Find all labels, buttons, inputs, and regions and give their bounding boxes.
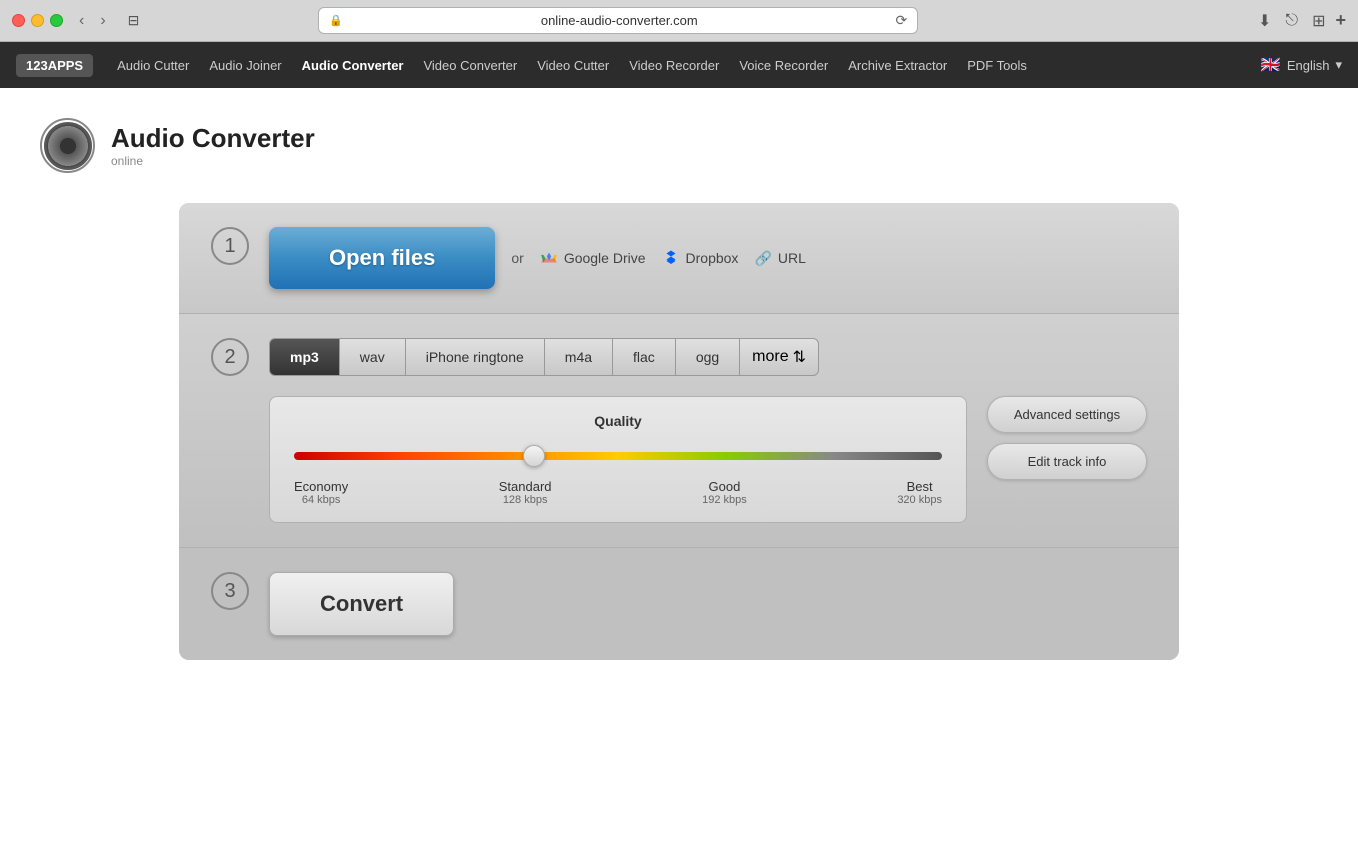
app-title-group: Audio Converter online bbox=[111, 123, 315, 168]
quality-mark-best: Best 320 kbps bbox=[897, 479, 942, 506]
nav-voice-recorder[interactable]: Voice Recorder bbox=[739, 58, 828, 73]
convert-row: Convert bbox=[269, 572, 1147, 636]
or-text: or bbox=[511, 250, 523, 266]
url-label: URL bbox=[778, 250, 806, 266]
step2-header: 2 mp3 wav iPhone ringtone m4a flac ogg m… bbox=[211, 338, 1147, 523]
link-icon: 🔗 bbox=[754, 250, 771, 267]
step2-number: 2 bbox=[211, 338, 249, 376]
nav-audio-converter[interactable]: Audio Converter bbox=[302, 58, 404, 73]
google-drive-icon bbox=[540, 249, 558, 267]
nav-buttons: ‹ › bbox=[73, 10, 112, 32]
step3-number: 3 bbox=[211, 572, 249, 610]
more-arrow-icon: ⇅ bbox=[793, 347, 806, 367]
traffic-lights bbox=[12, 14, 63, 27]
new-tab-button[interactable]: + bbox=[1335, 10, 1346, 31]
step3-header: 3 Convert bbox=[211, 572, 1147, 636]
nav-links: Audio Cutter Audio Joiner Audio Converte… bbox=[117, 58, 1237, 73]
step3-content: Convert bbox=[269, 572, 1147, 636]
nav-video-converter[interactable]: Video Converter bbox=[423, 58, 517, 73]
browser-actions: ⬇ ⎋ ⊞ + bbox=[1254, 9, 1346, 33]
language-label: English bbox=[1287, 58, 1330, 73]
browser-chrome: ‹ › ⊟ 🔒 online-audio-converter.com ⟳ ⬇ ⎋… bbox=[0, 0, 1358, 42]
quality-mark-standard: Standard 128 kbps bbox=[499, 479, 552, 506]
step2-content: mp3 wav iPhone ringtone m4a flac ogg mor… bbox=[269, 338, 1147, 523]
tab-m4a[interactable]: m4a bbox=[544, 338, 612, 376]
step1-content: Open files or Google Drive bbox=[269, 227, 1147, 289]
google-drive-link[interactable]: Google Drive bbox=[540, 249, 646, 267]
edit-track-info-button[interactable]: Edit track info bbox=[987, 443, 1147, 480]
app-header: Audio Converter online bbox=[40, 118, 1318, 173]
navbar: 123APPS Audio Cutter Audio Joiner Audio … bbox=[0, 42, 1358, 88]
tab-wav[interactable]: wav bbox=[339, 338, 405, 376]
page-content: Audio Converter online 1 Open files or bbox=[0, 88, 1358, 858]
open-files-row: Open files or Google Drive bbox=[269, 227, 1147, 289]
quality-slider-track bbox=[294, 452, 942, 460]
nav-video-recorder[interactable]: Video Recorder bbox=[629, 58, 719, 73]
dropbox-label: Dropbox bbox=[686, 250, 739, 266]
step3-section: 3 Convert bbox=[179, 548, 1179, 660]
format-tabs: mp3 wav iPhone ringtone m4a flac ogg mor… bbox=[269, 338, 1147, 376]
more-label: more bbox=[752, 348, 788, 366]
step1-header: 1 Open files or bbox=[211, 227, 1147, 289]
tab-more[interactable]: more ⇅ bbox=[739, 338, 819, 376]
tab-iphone-ringtone[interactable]: iPhone ringtone bbox=[405, 338, 544, 376]
quality-label: Quality bbox=[294, 413, 942, 429]
app-subtitle: online bbox=[111, 154, 315, 168]
chevron-down-icon: ▾ bbox=[1335, 57, 1342, 73]
app-title: Audio Converter bbox=[111, 123, 315, 154]
vinyl-icon bbox=[44, 122, 92, 170]
quality-mark-economy: Economy 64 kbps bbox=[294, 479, 348, 506]
app-logo bbox=[40, 118, 95, 173]
converter-area: 1 Open files or bbox=[179, 203, 1179, 660]
share-button[interactable]: ⎋ bbox=[1281, 10, 1302, 32]
minimize-button[interactable] bbox=[31, 14, 44, 27]
reload-button[interactable]: ⟳ bbox=[896, 12, 908, 29]
tab-mp3[interactable]: mp3 bbox=[269, 338, 339, 376]
nav-audio-joiner[interactable]: Audio Joiner bbox=[209, 58, 281, 73]
lock-icon: 🔒 bbox=[329, 14, 343, 27]
step1-section: 1 Open files or bbox=[179, 203, 1179, 314]
tab-grid-button[interactable]: ⊞ bbox=[1308, 9, 1329, 33]
url-text: online-audio-converter.com bbox=[349, 13, 890, 28]
brand-badge[interactable]: 123APPS bbox=[16, 54, 93, 77]
close-button[interactable] bbox=[12, 14, 25, 27]
tab-ogg[interactable]: ogg bbox=[675, 338, 739, 376]
dropbox-link[interactable]: Dropbox bbox=[662, 249, 739, 267]
download-button[interactable]: ⬇ bbox=[1254, 9, 1275, 33]
step1-number: 1 bbox=[211, 227, 249, 265]
tab-flac[interactable]: flac bbox=[612, 338, 675, 376]
google-drive-label: Google Drive bbox=[564, 250, 646, 266]
nav-video-cutter[interactable]: Video Cutter bbox=[537, 58, 609, 73]
url-link[interactable]: 🔗 URL bbox=[754, 250, 805, 267]
nav-pdf-tools[interactable]: PDF Tools bbox=[967, 58, 1027, 73]
language-selector[interactable]: 🇬🇧 English ▾ bbox=[1261, 55, 1342, 75]
advanced-settings-button[interactable]: Advanced settings bbox=[987, 396, 1147, 433]
open-files-button[interactable]: Open files bbox=[269, 227, 495, 289]
step2-content-row: Quality Economy 64 kbps bbox=[269, 396, 1147, 523]
nav-audio-cutter[interactable]: Audio Cutter bbox=[117, 58, 189, 73]
nav-archive-extractor[interactable]: Archive Extractor bbox=[848, 58, 947, 73]
back-button[interactable]: ‹ bbox=[73, 10, 90, 32]
convert-button[interactable]: Convert bbox=[269, 572, 454, 636]
sidebar-toggle-button[interactable]: ⊟ bbox=[122, 10, 146, 31]
forward-button[interactable]: › bbox=[94, 10, 111, 32]
dropbox-icon bbox=[662, 249, 680, 267]
maximize-button[interactable] bbox=[50, 14, 63, 27]
quality-section: Quality Economy 64 kbps bbox=[269, 396, 967, 523]
address-bar[interactable]: 🔒 online-audio-converter.com ⟳ bbox=[318, 7, 918, 34]
step2-section: 2 mp3 wav iPhone ringtone m4a flac ogg m… bbox=[179, 314, 1179, 548]
quality-marks: Economy 64 kbps Standard 128 kbps Good 1… bbox=[294, 479, 942, 506]
flag-icon: 🇬🇧 bbox=[1261, 55, 1281, 75]
sidebar-buttons: Advanced settings Edit track info bbox=[987, 396, 1147, 480]
quality-mark-good: Good 192 kbps bbox=[702, 479, 747, 506]
quality-slider-thumb[interactable] bbox=[523, 445, 545, 467]
cloud-links: Google Drive Dropbox 🔗 URL bbox=[540, 249, 806, 267]
